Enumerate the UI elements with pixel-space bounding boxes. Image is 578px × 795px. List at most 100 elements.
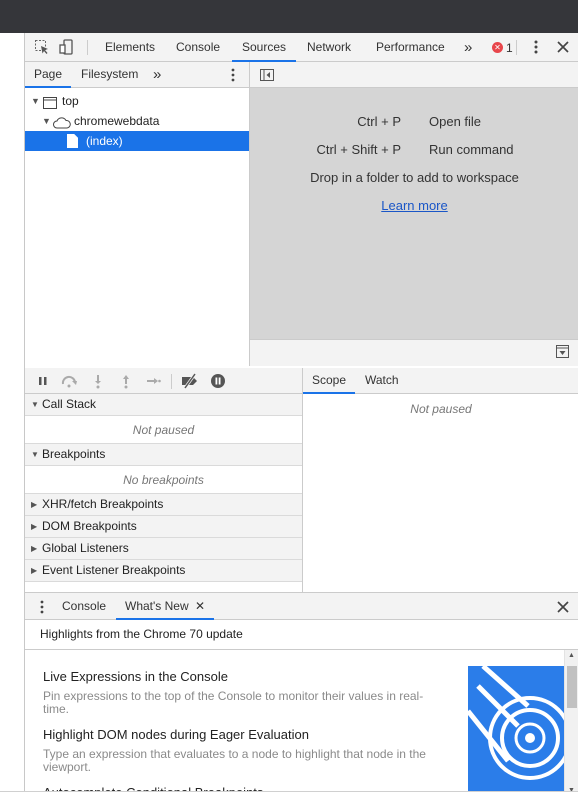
more-navigator-tabs-icon[interactable]: »: [153, 62, 161, 88]
tree-item-top[interactable]: ▼ top: [25, 91, 249, 111]
call-stack-empty: Not paused: [25, 416, 302, 444]
step-into-icon[interactable]: [90, 373, 106, 389]
devtools-window: Elements Console Sources Network Perform…: [24, 33, 578, 795]
debugger-sidebar: ▼ Call Stack Not paused ▼ Breakpoints No…: [25, 368, 303, 592]
kebab-menu-icon[interactable]: [528, 39, 544, 55]
whats-new-image: [468, 666, 565, 795]
scroll-up-icon[interactable]: ▲: [568, 652, 575, 659]
tab-page[interactable]: Page: [25, 62, 72, 88]
tree-label: (index): [86, 134, 123, 148]
file-navigator: Page Filesystem » ▼ top ▼ chromewebdata: [25, 62, 250, 366]
pane-title: XHR/fetch Breakpoints: [42, 497, 164, 511]
drawer-menu-icon[interactable]: [34, 599, 50, 615]
device-toolbar-icon[interactable]: [59, 39, 75, 55]
pane-title: DOM Breakpoints: [42, 519, 137, 533]
scope-tabs: Scope Watch: [303, 368, 578, 394]
toolbar-divider: [516, 40, 517, 55]
pane-title: Global Listeners: [42, 541, 129, 555]
tab-elements[interactable]: Elements: [105, 33, 155, 62]
scrollbar[interactable]: ▲ ▼: [564, 650, 578, 795]
collapse-arrow-icon: ▶: [31, 522, 38, 531]
call-stack-header[interactable]: ▼ Call Stack: [25, 394, 302, 416]
tree-label: top: [62, 94, 79, 108]
whats-new-content[interactable]: Live Expressions in the Console Pin expr…: [25, 650, 578, 795]
item-title: Live Expressions in the Console: [43, 669, 228, 684]
tab-network[interactable]: Network: [307, 33, 351, 62]
deactivate-breakpoints-icon[interactable]: [180, 373, 197, 389]
global-listeners-header[interactable]: ▶ Global Listeners: [25, 538, 302, 560]
editor-placeholder: Ctrl + P Open file Ctrl + Shift + P Run …: [250, 62, 578, 366]
drawer-tab-whats-new[interactable]: What's New ✕: [116, 593, 215, 620]
navigator-tabs: Page Filesystem »: [25, 62, 249, 88]
editor-status-bar: [250, 339, 578, 366]
tab-sources[interactable]: Sources: [232, 33, 297, 62]
pause-icon[interactable]: [35, 373, 51, 389]
debugger-toolbar: [25, 368, 302, 394]
inspect-icon[interactable]: [34, 39, 50, 55]
file-icon: [67, 134, 78, 154]
item-title: Highlight DOM nodes during Eager Evaluat…: [43, 727, 309, 742]
collapse-arrow-icon: ▶: [31, 544, 38, 553]
pane-title: Breakpoints: [42, 447, 106, 461]
scroll-thumb[interactable]: [567, 666, 577, 708]
close-tab-icon[interactable]: ✕: [195, 599, 205, 613]
shortcut-run-command: Run command: [429, 142, 514, 157]
close-icon[interactable]: [555, 39, 571, 55]
collapse-arrow-icon: ▶: [31, 500, 38, 509]
toolbar-divider: [171, 374, 172, 389]
tab-performance[interactable]: Performance: [376, 33, 445, 62]
error-counter[interactable]: ✕ 1: [492, 40, 513, 55]
shortcut-key-run-command: Ctrl + Shift + P: [316, 142, 401, 157]
whats-new-item[interactable]: Live Expressions in the Console Pin expr…: [43, 669, 433, 716]
main-toolbar: Elements Console Sources Network Perform…: [25, 33, 578, 62]
tree-item-chromewebdata[interactable]: ▼ chromewebdata: [25, 111, 249, 131]
drop-folder-hint: Drop in a folder to add to workspace: [310, 170, 519, 185]
tree-label: chromewebdata: [74, 114, 160, 128]
xhr-breakpoints-header[interactable]: ▶ XHR/fetch Breakpoints: [25, 494, 302, 516]
whats-new-item[interactable]: Highlight DOM nodes during Eager Evaluat…: [43, 727, 433, 774]
drawer-tab-console[interactable]: Console: [62, 593, 106, 620]
expand-arrow-icon: ▼: [42, 116, 51, 126]
scope-panel: Scope Watch Not paused: [303, 368, 578, 592]
tab-label: What's New: [125, 599, 189, 613]
drawer: Console What's New ✕ Highlights from the…: [25, 592, 578, 795]
pause-on-exceptions-icon[interactable]: [210, 373, 226, 389]
toolbar-divider: [87, 40, 88, 55]
tree-item-index[interactable]: (index): [25, 131, 249, 151]
learn-more-link[interactable]: Learn more: [250, 198, 578, 213]
dom-breakpoints-header[interactable]: ▶ DOM Breakpoints: [25, 516, 302, 538]
editor-toolbar: [250, 62, 578, 88]
shortcut-open-file: Open file: [429, 114, 482, 129]
expand-arrow-icon: ▼: [31, 400, 39, 409]
toggle-debugger-icon[interactable]: [556, 345, 572, 361]
step-over-icon[interactable]: [61, 373, 77, 389]
scope-empty: Not paused: [410, 402, 472, 416]
shortcut-key-open-file: Ctrl + P: [357, 114, 401, 129]
tab-console[interactable]: Console: [176, 33, 220, 62]
toggle-navigator-icon[interactable]: [259, 67, 275, 83]
error-icon: ✕: [492, 42, 503, 53]
more-tabs-icon[interactable]: »: [464, 33, 472, 62]
expand-arrow-icon: ▼: [31, 450, 39, 459]
collapse-arrow-icon: ▶: [31, 566, 38, 575]
pane-title: Call Stack: [42, 397, 97, 411]
item-description: Type an expression that evaluates to a n…: [43, 747, 426, 774]
expand-arrow-icon: ▼: [31, 96, 40, 106]
breakpoints-empty: No breakpoints: [25, 466, 302, 494]
breakpoints-header[interactable]: ▼ Breakpoints: [25, 444, 302, 466]
drawer-tabs: Console What's New ✕: [25, 593, 578, 620]
navigator-menu-icon[interactable]: [225, 67, 241, 83]
step-out-icon[interactable]: [118, 373, 134, 389]
pane-title: Event Listener Breakpoints: [42, 563, 186, 577]
tab-scope[interactable]: Scope: [303, 368, 356, 394]
event-listener-breakpoints-header[interactable]: ▶ Event Listener Breakpoints: [25, 560, 302, 582]
step-icon[interactable]: [145, 373, 161, 389]
error-count: 1: [506, 40, 513, 55]
window-bottom-edge: [0, 791, 578, 795]
item-description: Pin expressions to the top of the Consol…: [43, 689, 424, 716]
tab-filesystem[interactable]: Filesystem: [81, 62, 138, 88]
window-titlebar: [0, 0, 578, 33]
tab-watch[interactable]: Watch: [365, 368, 399, 394]
close-drawer-icon[interactable]: [555, 599, 571, 615]
whats-new-highlights: Highlights from the Chrome 70 update: [25, 620, 578, 650]
